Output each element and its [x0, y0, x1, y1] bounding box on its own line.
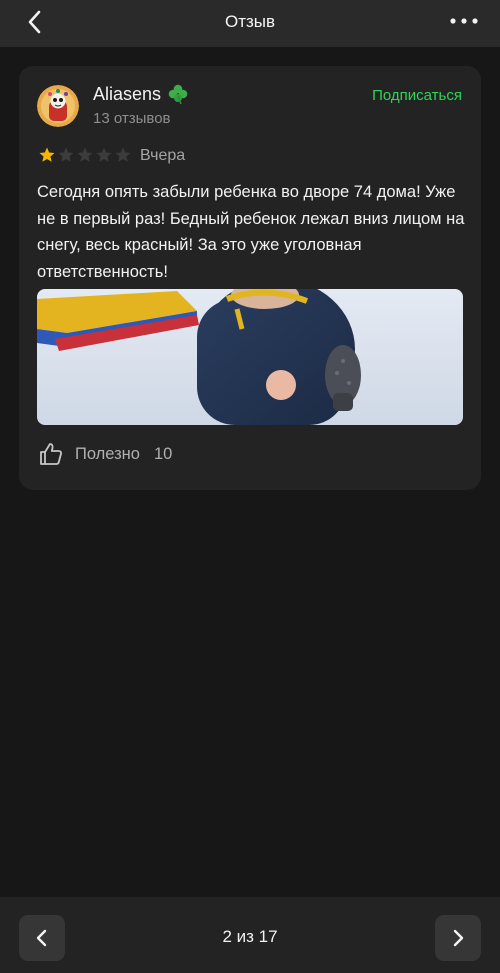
- subscribe-button[interactable]: Подписаться: [372, 87, 462, 104]
- thumbs-up-icon: [40, 443, 62, 465]
- star-filled-icon: [39, 147, 55, 162]
- review-text: Сегодня опять забыли ребенка во дворе 74…: [37, 183, 465, 281]
- clover-icon: [168, 84, 188, 105]
- bottom-pager-bar: 2 из 17: [0, 897, 500, 973]
- star-empty-icon: [96, 147, 112, 162]
- author-avatar[interactable]: [37, 85, 79, 127]
- author-name[interactable]: Aliasens: [93, 84, 161, 105]
- rating-stars: [38, 146, 132, 164]
- next-review-button[interactable]: [435, 915, 481, 961]
- helpful-count: 10: [153, 444, 173, 463]
- author-reviews-count: 13 отзывов: [93, 110, 171, 127]
- review-date: Вчера: [140, 147, 186, 164]
- page-title: Отзыв: [224, 12, 276, 31]
- more-options-icon[interactable]: [450, 17, 478, 25]
- pager-indicator: 2 из 17: [222, 927, 278, 946]
- star-empty-icon: [58, 147, 74, 162]
- star-empty-icon: [77, 147, 93, 162]
- helpful-label: Полезно: [75, 444, 140, 463]
- chevron-right-icon: [453, 929, 464, 947]
- author-name-row[interactable]: Aliasens: [93, 83, 189, 105]
- helpful-button[interactable]: Полезно 10: [39, 442, 172, 466]
- review-card: Aliasens 13 отзывов Подписаться Вчера Се…: [19, 66, 481, 490]
- star-empty-icon: [115, 147, 131, 162]
- review-photo[interactable]: [37, 289, 463, 425]
- top-bar: Отзыв: [0, 0, 500, 47]
